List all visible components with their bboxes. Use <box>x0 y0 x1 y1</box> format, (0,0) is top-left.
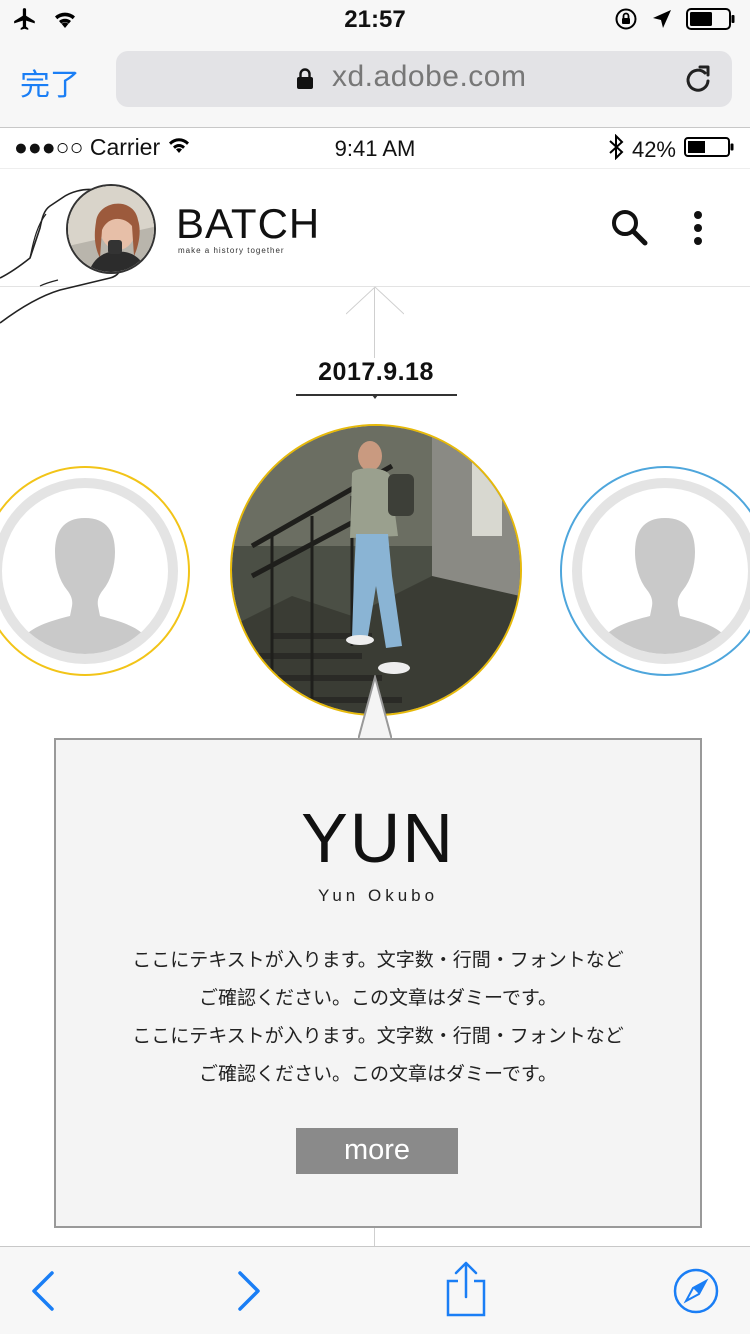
profile-name: YUN <box>301 799 455 877</box>
share-icon[interactable] <box>444 1261 488 1322</box>
person-placeholder-icon <box>602 518 728 654</box>
timeline-avatar-selected[interactable] <box>230 424 522 716</box>
brand-name: BATCH <box>176 200 321 247</box>
person-placeholder-icon <box>22 518 148 654</box>
profile-fullname: Yun Okubo <box>317 886 439 905</box>
more-vertical-icon[interactable] <box>686 210 710 251</box>
description-line: ここにテキストが入ります。文字数・行間・フォントなど <box>132 1026 624 1047</box>
user-avatar[interactable] <box>66 184 156 274</box>
system-status-bar: 21:57 <box>0 0 750 40</box>
app-header: BATCH make a history together <box>0 170 750 324</box>
profile-card: YUN Yun Okubo ここにテキストが入ります。文字数・行間・フォントなど… <box>54 738 702 1228</box>
back-icon[interactable] <box>28 1269 58 1318</box>
date-pointer-icon <box>372 395 378 399</box>
battery-percent: 42% <box>631 137 676 162</box>
callout-pointer <box>358 675 392 741</box>
url-text: xd.adobe.com <box>332 60 527 93</box>
profile-description: ここにテキストが入ります。文字数・行間・フォントなど ご確認ください。この文章は… <box>56 942 700 1094</box>
battery-icon <box>686 7 736 36</box>
timeline-avatar-left[interactable] <box>0 466 190 676</box>
description-line: ご確認ください。この文章はダミーです。 <box>199 1064 557 1085</box>
more-button[interactable]: more <box>296 1128 458 1174</box>
browser-address-bar: 完了 xd.adobe.com <box>0 40 750 128</box>
timeline-line <box>374 1228 375 1246</box>
bluetooth-icon <box>608 133 624 166</box>
url-field[interactable]: xd.adobe.com <box>116 51 732 107</box>
timeline-avatar-right[interactable] <box>560 466 750 676</box>
description-line: ご確認ください。この文章はダミーです。 <box>199 988 557 1009</box>
browser-toolbar <box>0 1246 750 1334</box>
description-line: ここにテキストが入ります。文字数・行間・フォントなど <box>132 950 624 971</box>
reload-icon[interactable] <box>684 63 714 100</box>
compass-icon[interactable] <box>672 1267 720 1320</box>
forward-icon[interactable] <box>234 1269 264 1318</box>
profile-photo <box>232 426 520 714</box>
location-icon <box>652 9 672 34</box>
timeline-date: 2017.9.18 <box>318 358 434 386</box>
rotation-lock-icon <box>614 7 638 36</box>
timeline-up-arrow-icon <box>346 286 404 315</box>
battery-icon <box>684 135 736 165</box>
lock-icon <box>296 68 314 95</box>
mock-status-bar: ●●●○○ Carrier 9:41 AM 42% <box>0 129 750 169</box>
done-button[interactable]: 完了 <box>20 60 80 104</box>
brand-tagline: make a history together <box>178 246 285 255</box>
brand-logo[interactable]: BATCH make a history together <box>176 200 321 256</box>
search-icon[interactable] <box>610 208 648 251</box>
